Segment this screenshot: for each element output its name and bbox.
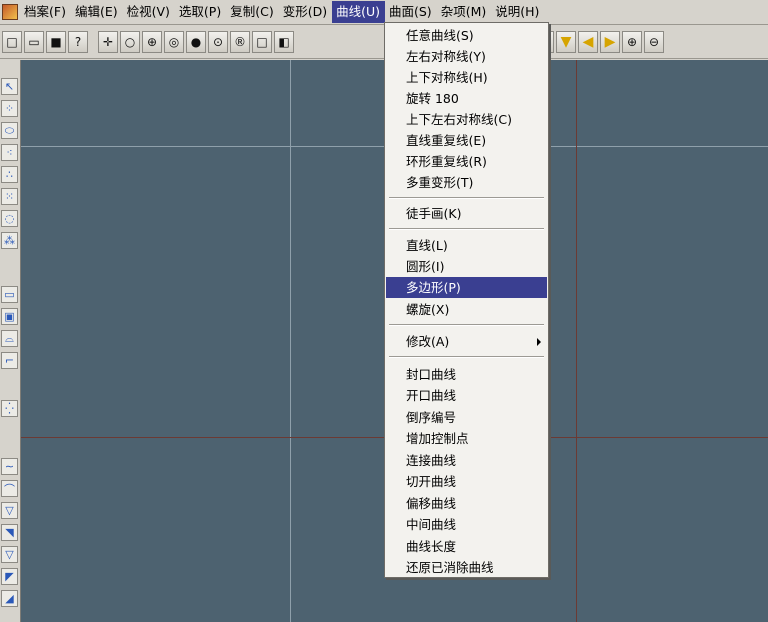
menu-item-spiral[interactable]: 螺旋(X)	[386, 299, 547, 320]
menu-edit[interactable]: 编辑(E)	[71, 1, 123, 23]
menu-item-modify-label: 修改(A)	[406, 334, 450, 349]
box-tool-icon[interactable]: ▣	[1, 308, 18, 325]
triangle-right-icon[interactable]: ▶	[600, 30, 620, 53]
half-square-icon[interactable]: ◧	[274, 30, 294, 53]
open-folder-icon[interactable]: ▭	[24, 30, 44, 53]
wave-tool-icon[interactable]: ∼	[1, 458, 18, 475]
circle-icon[interactable]: ○	[120, 30, 140, 53]
nodes-tool-icon[interactable]: ⁖	[1, 144, 18, 161]
menu-transform[interactable]: 变形(D)	[279, 1, 332, 23]
menu-item-ring-repeat[interactable]: 环形重复线(R)	[386, 151, 547, 172]
submenu-arrow-icon	[537, 338, 541, 346]
menu-curve[interactable]: 曲线(U)	[332, 1, 385, 23]
dome-tool-icon[interactable]: ⌓	[1, 330, 18, 347]
ring-tool-icon[interactable]: ◌	[1, 210, 18, 227]
menu-item-middle-curve[interactable]: 中间曲线	[386, 514, 547, 535]
menu-item-split-curve[interactable]: 切开曲线	[386, 471, 547, 492]
cluster-tool-icon[interactable]: ⁙	[1, 188, 18, 205]
menu-help[interactable]: 说明(H)	[491, 1, 544, 23]
dots-tool-icon[interactable]: ∴	[1, 166, 18, 183]
app-icon	[2, 4, 18, 20]
menu-copy[interactable]: 复制(C)	[226, 1, 278, 23]
dot-circle-icon[interactable]: ⊙	[208, 30, 228, 53]
pointer-tool-icon[interactable]: ↖	[1, 78, 18, 95]
crosshair-icon[interactable]: ✛	[98, 30, 118, 53]
cone-tool-icon[interactable]: ◤	[1, 568, 18, 585]
menu-item-polygon[interactable]: 多边形(P)	[386, 277, 547, 298]
triangle-down-icon[interactable]: ▼	[556, 30, 576, 53]
menu-item-restore-deleted-curve[interactable]: 还原已消除曲线	[386, 557, 547, 578]
triangle-left-icon[interactable]: ◀	[578, 30, 598, 53]
profile-tool-icon[interactable]: ⌐	[1, 352, 18, 369]
axis-line-vertical	[576, 60, 577, 622]
save-icon[interactable]: ■	[46, 30, 66, 53]
new-file-icon[interactable]: □	[2, 30, 22, 53]
menu-separator	[389, 197, 544, 199]
points-tool-icon[interactable]: ⁘	[1, 100, 18, 117]
menu-item-linear-repeat[interactable]: 直线重复线(E)	[386, 130, 547, 151]
help-pointer-icon[interactable]: ?	[68, 30, 88, 53]
menu-item-reverse-numbering[interactable]: 倒序编号	[386, 407, 547, 428]
menu-misc[interactable]: 杂项(M)	[437, 1, 492, 23]
zoom-in-icon[interactable]: ⊕	[622, 30, 642, 53]
menu-item-four-way-symmetric[interactable]: 上下左右对称线(C)	[386, 109, 547, 130]
funnel-tool-icon[interactable]: ▽	[1, 502, 18, 519]
menu-item-offset-curve[interactable]: 偏移曲线	[386, 493, 547, 514]
menu-view[interactable]: 检视(V)	[123, 1, 175, 23]
zoom-out-icon[interactable]: ⊖	[644, 30, 664, 53]
square-icon[interactable]: □	[252, 30, 272, 53]
menu-item-freehand[interactable]: 徒手画(K)	[386, 203, 547, 224]
scatter-tool-icon[interactable]: ⁛	[1, 400, 18, 417]
bend-tool-icon[interactable]: ◥	[1, 524, 18, 541]
menu-item-join-curves[interactable]: 连接曲线	[386, 450, 547, 471]
menu-separator	[389, 228, 544, 230]
menu-item-rotate-180[interactable]: 旋转 180	[386, 88, 547, 109]
tool-palette: ↖ ⁘ ⬭ ⁖ ∴ ⁙ ◌ ⁂ ▭ ▣ ⌓ ⌐ ⁛ ∼ ⌒ ▽ ◥ ▽ ◤ ◢	[0, 60, 21, 622]
menu-item-add-control-point[interactable]: 增加控制点	[386, 428, 547, 449]
circle-cross-icon[interactable]: ⊕	[142, 30, 162, 53]
menu-file[interactable]: 档案(F)	[20, 1, 71, 23]
rectangle-tool-icon[interactable]: ▭	[1, 286, 18, 303]
menu-surface[interactable]: 曲面(S)	[385, 1, 437, 23]
curve-menu-dropdown: 任意曲线(S) 左右对称线(Y) 上下对称线(H) 旋转 180 上下左右对称线…	[384, 22, 549, 578]
menu-item-open-curve[interactable]: 开口曲线	[386, 385, 547, 406]
menu-separator	[389, 324, 544, 326]
menu-item-freeform-curve[interactable]: 任意曲线(S)	[386, 25, 547, 46]
menu-item-multi-transform[interactable]: 多重变形(T)	[386, 172, 547, 193]
menu-select[interactable]: 选取(P)	[175, 1, 226, 23]
ellipse-tool-icon[interactable]: ⬭	[1, 122, 18, 139]
filled-circle-icon[interactable]: ●	[186, 30, 206, 53]
slant-tool-icon[interactable]: ◢	[1, 590, 18, 607]
grid-line	[290, 60, 291, 622]
group-tool-icon[interactable]: ⁂	[1, 232, 18, 249]
menu-item-modify[interactable]: 修改(A)	[386, 331, 547, 352]
target-icon[interactable]: ◎	[164, 30, 184, 53]
menu-item-line[interactable]: 直线(L)	[386, 235, 547, 256]
menu-item-curve-length[interactable]: 曲线长度	[386, 536, 547, 557]
arc-tool-icon[interactable]: ⌒	[1, 480, 18, 497]
wedge-tool-icon[interactable]: ▽	[1, 546, 18, 563]
menu-item-up-down-symmetric[interactable]: 上下对称线(H)	[386, 67, 547, 88]
menu-item-left-right-symmetric[interactable]: 左右对称线(Y)	[386, 46, 547, 67]
menu-separator	[389, 356, 544, 358]
menu-item-close-curve[interactable]: 封口曲线	[386, 364, 547, 385]
r-circle-icon[interactable]: ®	[230, 30, 250, 53]
toolbar-separator	[90, 31, 96, 53]
menu-item-circle[interactable]: 圆形(I)	[386, 256, 547, 277]
